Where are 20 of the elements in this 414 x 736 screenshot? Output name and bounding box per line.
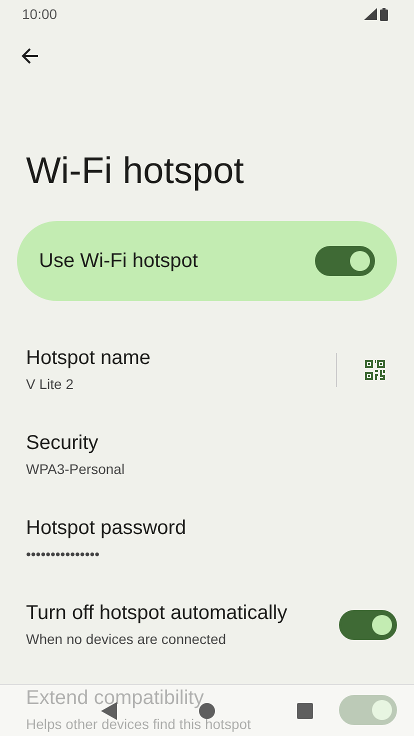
qr-code-button[interactable]	[365, 360, 385, 380]
switch-label: Use Wi-Fi hotspot	[39, 250, 199, 272]
battery-icon	[380, 8, 388, 20]
toggle-switch[interactable]	[339, 610, 397, 640]
setting-summary: Helps other devices find this hotspot	[26, 716, 252, 732]
setting-summary: V Lite 2	[26, 376, 74, 392]
setting-title[interactable]: Hotspot password	[26, 517, 397, 540]
setting-title[interactable]: Security	[26, 432, 397, 455]
setting-title[interactable]: Turn off hotspot automatically	[26, 602, 339, 625]
setting-summary: WPA3-Personal	[26, 461, 126, 477]
setting-summary: •••••••••••••••	[26, 546, 101, 562]
main-switch-card[interactable]: Use Wi-Fi hotspot	[17, 221, 397, 301]
signal-icon	[364, 8, 377, 20]
status-time: 10:00	[22, 6, 58, 22]
setting-summary: When no devices are connected	[26, 631, 228, 647]
setting-title[interactable]: Hotspot name	[26, 347, 336, 370]
toggle-switch[interactable]	[315, 246, 375, 276]
recents-nav-button[interactable]	[297, 702, 313, 718]
page-title: Wi-Fi hotspot	[25, 149, 245, 193]
back-arrow-icon	[20, 46, 40, 66]
